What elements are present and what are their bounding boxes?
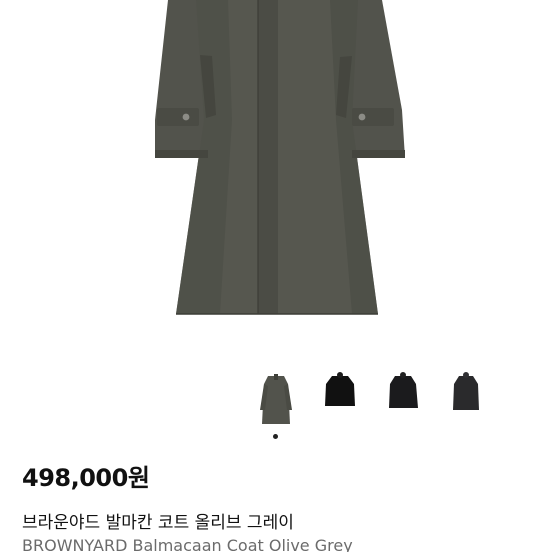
product-title-korean: 브라운야드 발마칸 코트 올리브 그레이 bbox=[22, 513, 294, 533]
gallery-page-indicator-dot bbox=[273, 434, 278, 439]
product-title-english: BROWNYARD Balmacaan Coat Olive Grey bbox=[22, 536, 353, 552]
thumbnail-black[interactable] bbox=[318, 370, 362, 430]
thumbnail-olive-grey[interactable] bbox=[254, 370, 298, 430]
product-price: 498,000원 bbox=[22, 464, 150, 492]
coat-illustration bbox=[155, 0, 405, 315]
thumbnail-charcoal[interactable] bbox=[444, 370, 488, 430]
product-main-image[interactable] bbox=[0, 0, 552, 345]
thumbnail-strip bbox=[0, 370, 552, 430]
product-detail-page: 498,000원 브라운야드 발마칸 코트 올리브 그레이 BROWNYARD … bbox=[0, 0, 552, 552]
thumbnail-black-2[interactable] bbox=[381, 370, 425, 430]
